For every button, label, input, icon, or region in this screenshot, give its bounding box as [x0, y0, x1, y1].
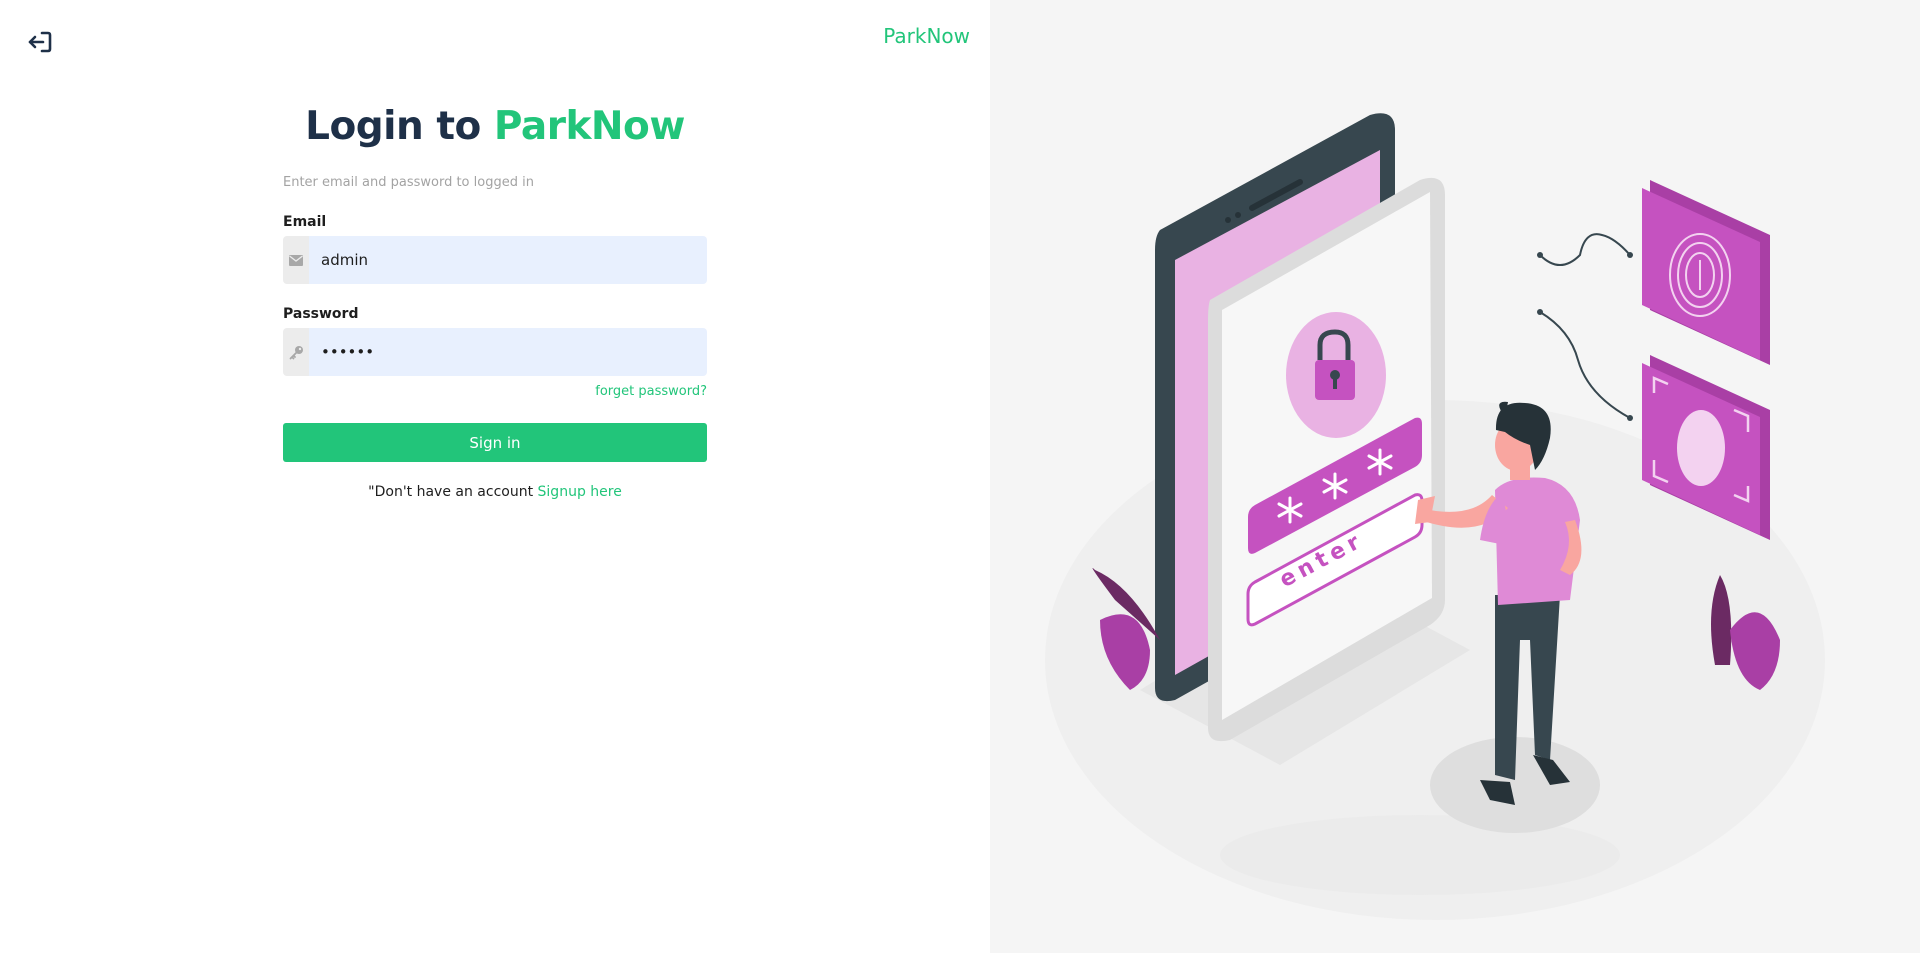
login-form: Login to ParkNow Enter email and passwor… — [283, 104, 707, 500]
brand-link[interactable]: ParkNow — [883, 24, 970, 48]
sign-in-button[interactable]: Sign in — [283, 423, 707, 462]
login-illustration: enter — [1045, 113, 1825, 920]
email-field[interactable] — [309, 236, 707, 284]
login-page: ParkNow Login to ParkNow Enter email and… — [0, 0, 1920, 953]
signup-row: "Don't have an account Signup here — [283, 484, 707, 500]
email-label: Email — [283, 214, 327, 230]
email-input-group — [283, 236, 707, 284]
forgot-password-link[interactable]: forget password? — [283, 384, 707, 399]
title-brand: ParkNow — [493, 104, 686, 149]
signup-link[interactable]: Signup here — [538, 484, 622, 500]
login-panel: ParkNow Login to ParkNow Enter email and… — [0, 0, 990, 953]
illustration-panel: enter — [990, 0, 1920, 953]
sign-in-arrow-icon — [28, 31, 52, 53]
password-field[interactable] — [309, 328, 707, 376]
page-title: Login to ParkNow — [283, 104, 707, 149]
key-icon — [283, 328, 309, 376]
password-input-group — [283, 328, 707, 376]
envelope-icon — [283, 236, 309, 284]
password-label: Password — [283, 306, 359, 322]
title-prefix: Login to — [305, 104, 494, 149]
login-subtitle: Enter email and password to logged in — [283, 175, 534, 190]
back-button[interactable] — [26, 28, 54, 56]
signup-prompt: "Don't have an account — [368, 484, 538, 500]
